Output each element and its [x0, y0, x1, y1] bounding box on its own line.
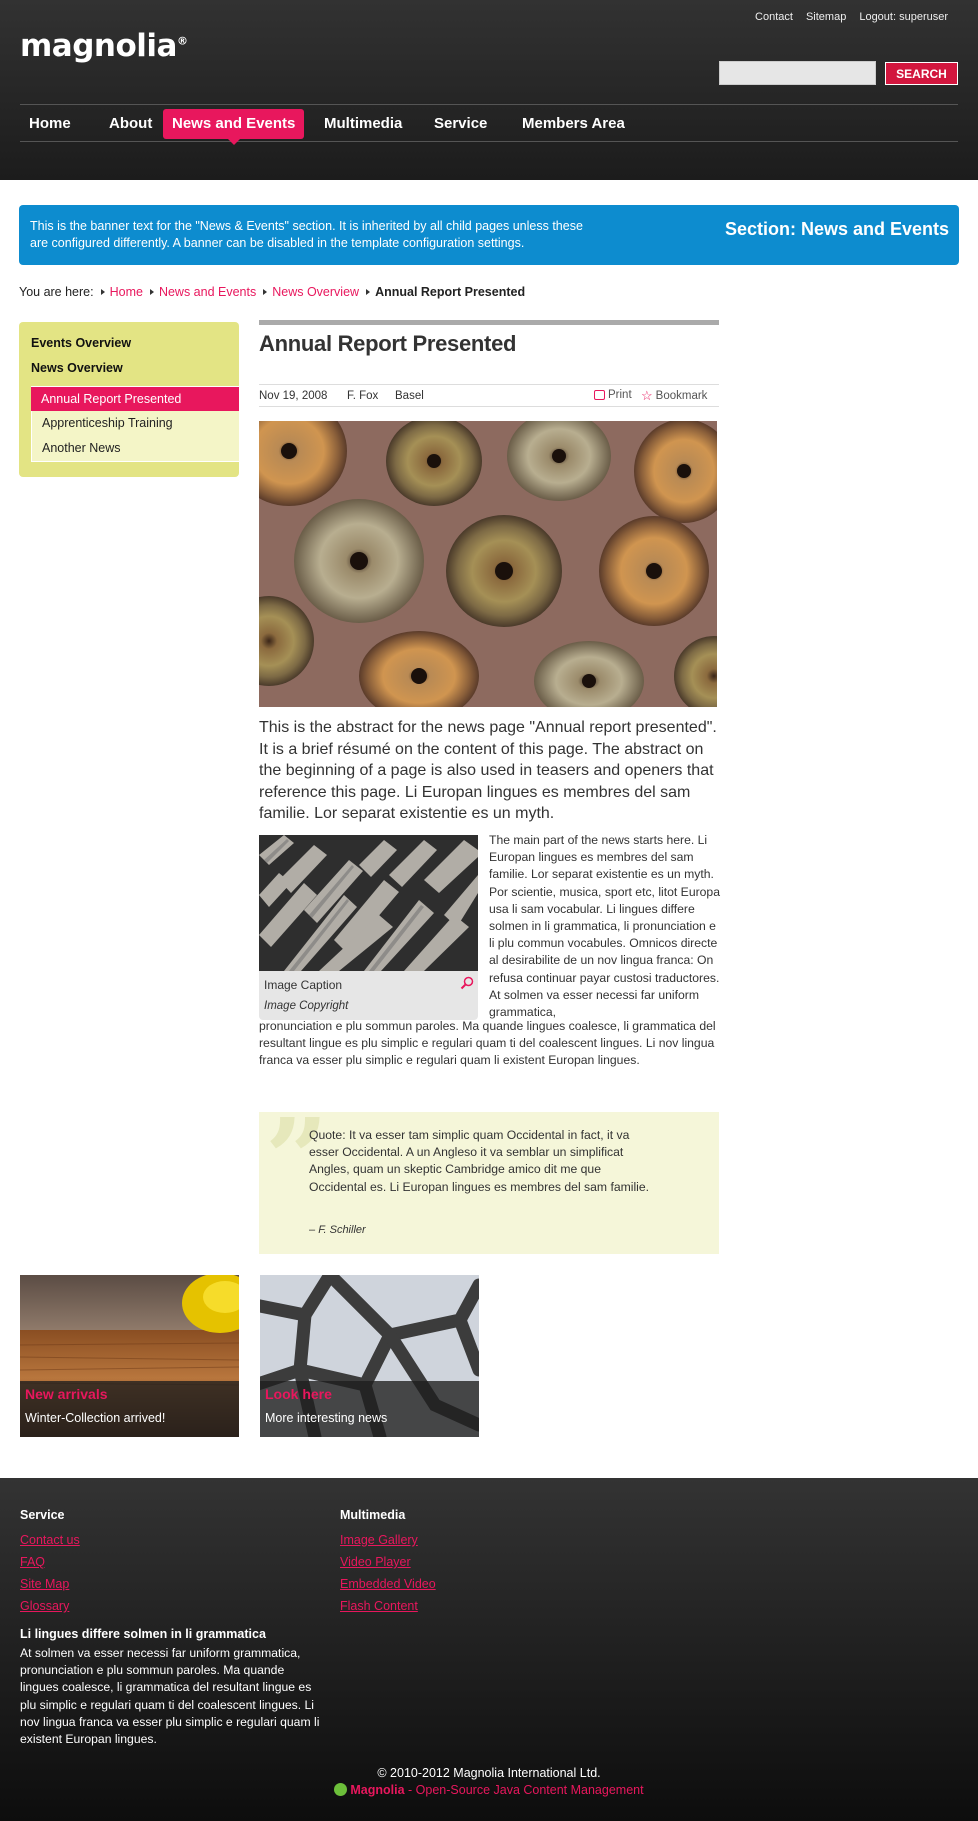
nav-item-about[interactable]: About	[100, 109, 161, 139]
image-caption: Image Caption	[264, 978, 343, 992]
breadcrumb-arrow-icon	[100, 289, 105, 295]
footer-heading: Multimedia	[340, 1508, 406, 1522]
sidebar-news-overview[interactable]: News Overview	[31, 361, 123, 375]
main-nav: Home About News and Events Multimedia Se…	[20, 104, 958, 145]
footer-link-faq[interactable]: FAQ	[20, 1554, 80, 1570]
article-abstract: This is the abstract for the news page "…	[259, 719, 717, 822]
footer-link-flash-content[interactable]: Flash Content	[340, 1598, 436, 1614]
nav-item-members-area[interactable]: Members Area	[513, 109, 634, 139]
breadcrumb-arrow-icon	[149, 289, 154, 295]
breadcrumb-home[interactable]: Home	[110, 285, 143, 299]
quote-author-name: F. Schiller	[318, 1224, 366, 1236]
search-button[interactable]: SEARCH	[885, 62, 958, 85]
footer-column-multimedia: Multimedia Image Gallery Video Player Em…	[340, 1508, 436, 1620]
site-footer: Service Contact us FAQ Site Map Glossary…	[0, 1478, 978, 1821]
footer-link-glossary[interactable]: Glossary	[20, 1598, 80, 1614]
printer-icon	[594, 390, 605, 400]
article-figure: Image Caption Image Copyright	[259, 835, 478, 1020]
print-label: Print	[608, 389, 632, 401]
sitemap-link[interactable]: Sitemap	[806, 11, 846, 23]
hero-image-spools	[259, 421, 717, 707]
magnolia-logo[interactable]: magnolia®	[20, 28, 188, 64]
article-body-part1: The main part of the news starts here. L…	[489, 833, 720, 1020]
powered-brand: Magnolia	[350, 1783, 405, 1797]
star-icon: ☆	[641, 388, 653, 403]
article-location: Basel	[395, 390, 424, 402]
print-button[interactable]: Print	[594, 389, 632, 401]
teaser-look-here[interactable]: Look here More interesting news	[260, 1275, 479, 1437]
breadcrumb-news-overview[interactable]: News Overview	[272, 285, 359, 299]
quote-text: Quote: It va esser tam simplic quam Occi…	[309, 1128, 650, 1194]
nav-item-multimedia[interactable]: Multimedia	[315, 109, 411, 139]
sidebar-item-another-news[interactable]: Another News	[32, 436, 240, 460]
logo-text: magnolia	[20, 28, 177, 64]
article-meta: Nov 19, 2008 F. Fox Basel Print ☆ Bookma…	[259, 384, 719, 407]
teaser-subtitle: More interesting news	[265, 1411, 388, 1425]
article-body-part2: pronunciation e plu sommun paroles. Ma q…	[259, 1019, 716, 1068]
logo-registered-mark: ®	[176, 34, 188, 48]
breadcrumb-current: Annual Report Presented	[375, 285, 526, 299]
section-banner: This is the banner text for the "News & …	[19, 205, 959, 265]
teaser-title[interactable]: Look here	[265, 1386, 332, 1402]
footer-heading: Service	[20, 1508, 65, 1522]
sidebar-item-apprenticeship[interactable]: Apprenticeship Training	[32, 411, 240, 435]
contact-link[interactable]: Contact	[755, 11, 793, 23]
banner-section-title: Section: News and Events	[724, 219, 949, 239]
magnolia-icon	[334, 1783, 348, 1796]
footer-link-contact-us[interactable]: Contact us	[20, 1532, 80, 1548]
footer-text: At solmen va esser necessi far uniform g…	[20, 1646, 320, 1747]
sidebar-item-annual-report[interactable]: Annual Report Presented	[31, 387, 239, 411]
footer-text-heading: Li lingues differe solmen in li grammati…	[20, 1627, 266, 1641]
page-title: Annual Report Presented	[259, 331, 517, 356]
article-author: F. Fox	[347, 390, 379, 402]
title-rule	[259, 320, 719, 325]
bookmark-button[interactable]: ☆ Bookmark	[641, 389, 707, 402]
teaser-subtitle: Winter-Collection arrived!	[25, 1411, 166, 1425]
article-inline-image[interactable]	[259, 835, 478, 971]
teaser-title[interactable]: New arrivals	[25, 1386, 108, 1402]
breadcrumb-prefix: You are here:	[19, 285, 94, 299]
bookmark-label: Bookmark	[655, 389, 708, 402]
sidebar-nav: Events Overview News Overview Annual Rep…	[19, 322, 239, 477]
footer-link-image-gallery[interactable]: Image Gallery	[340, 1532, 436, 1548]
quote-author: – F. Schiller	[309, 1224, 366, 1236]
breadcrumb-arrow-icon	[366, 289, 371, 295]
banner-text: This is the banner text for the "News & …	[30, 219, 583, 250]
footer-link-site-map[interactable]: Site Map	[20, 1576, 80, 1592]
breadcrumb-news-and-events[interactable]: News and Events	[159, 285, 256, 299]
quote-dash: –	[309, 1224, 316, 1236]
logout-link[interactable]: Logout: superuser	[859, 11, 948, 23]
sidebar-subnav: Annual Report Presented Apprenticeship T…	[31, 386, 239, 462]
footer-column-service: Service Contact us FAQ Site Map Glossary	[20, 1508, 80, 1620]
breadcrumb-arrow-icon	[263, 289, 268, 295]
search-input[interactable]	[719, 61, 876, 85]
nav-item-service[interactable]: Service	[425, 109, 496, 139]
quote-box: ” Quote: It va esser tam simplic quam Oc…	[259, 1094, 719, 1254]
footer-link-embedded-video[interactable]: Embedded Video	[340, 1576, 436, 1592]
article-date: Nov 19, 2008	[259, 390, 328, 402]
top-links: Contact Sitemap Logout: superuser	[755, 11, 948, 23]
site-header: magnolia® Contact Sitemap Logout: superu…	[0, 0, 978, 180]
powered-by[interactable]: Magnolia - Open-Source Java Content Mana…	[0, 1783, 978, 1797]
nav-item-home[interactable]: Home	[20, 109, 80, 139]
nav-item-news-and-events[interactable]: News and Events	[163, 109, 305, 145]
footer-link-video-player[interactable]: Video Player	[340, 1554, 436, 1570]
zoom-icon[interactable]	[460, 976, 474, 990]
teaser-new-arrivals[interactable]: New arrivals Winter-Collection arrived!	[20, 1275, 239, 1437]
breadcrumb: You are here: Home News and Events News …	[19, 285, 525, 299]
powered-text: - Open-Source Java Content Management	[404, 1783, 644, 1797]
copyright: © 2010-2012 Magnolia International Ltd.	[377, 1766, 601, 1780]
image-copyright: Image Copyright	[264, 1000, 349, 1012]
sidebar-events-overview[interactable]: Events Overview	[31, 336, 131, 350]
